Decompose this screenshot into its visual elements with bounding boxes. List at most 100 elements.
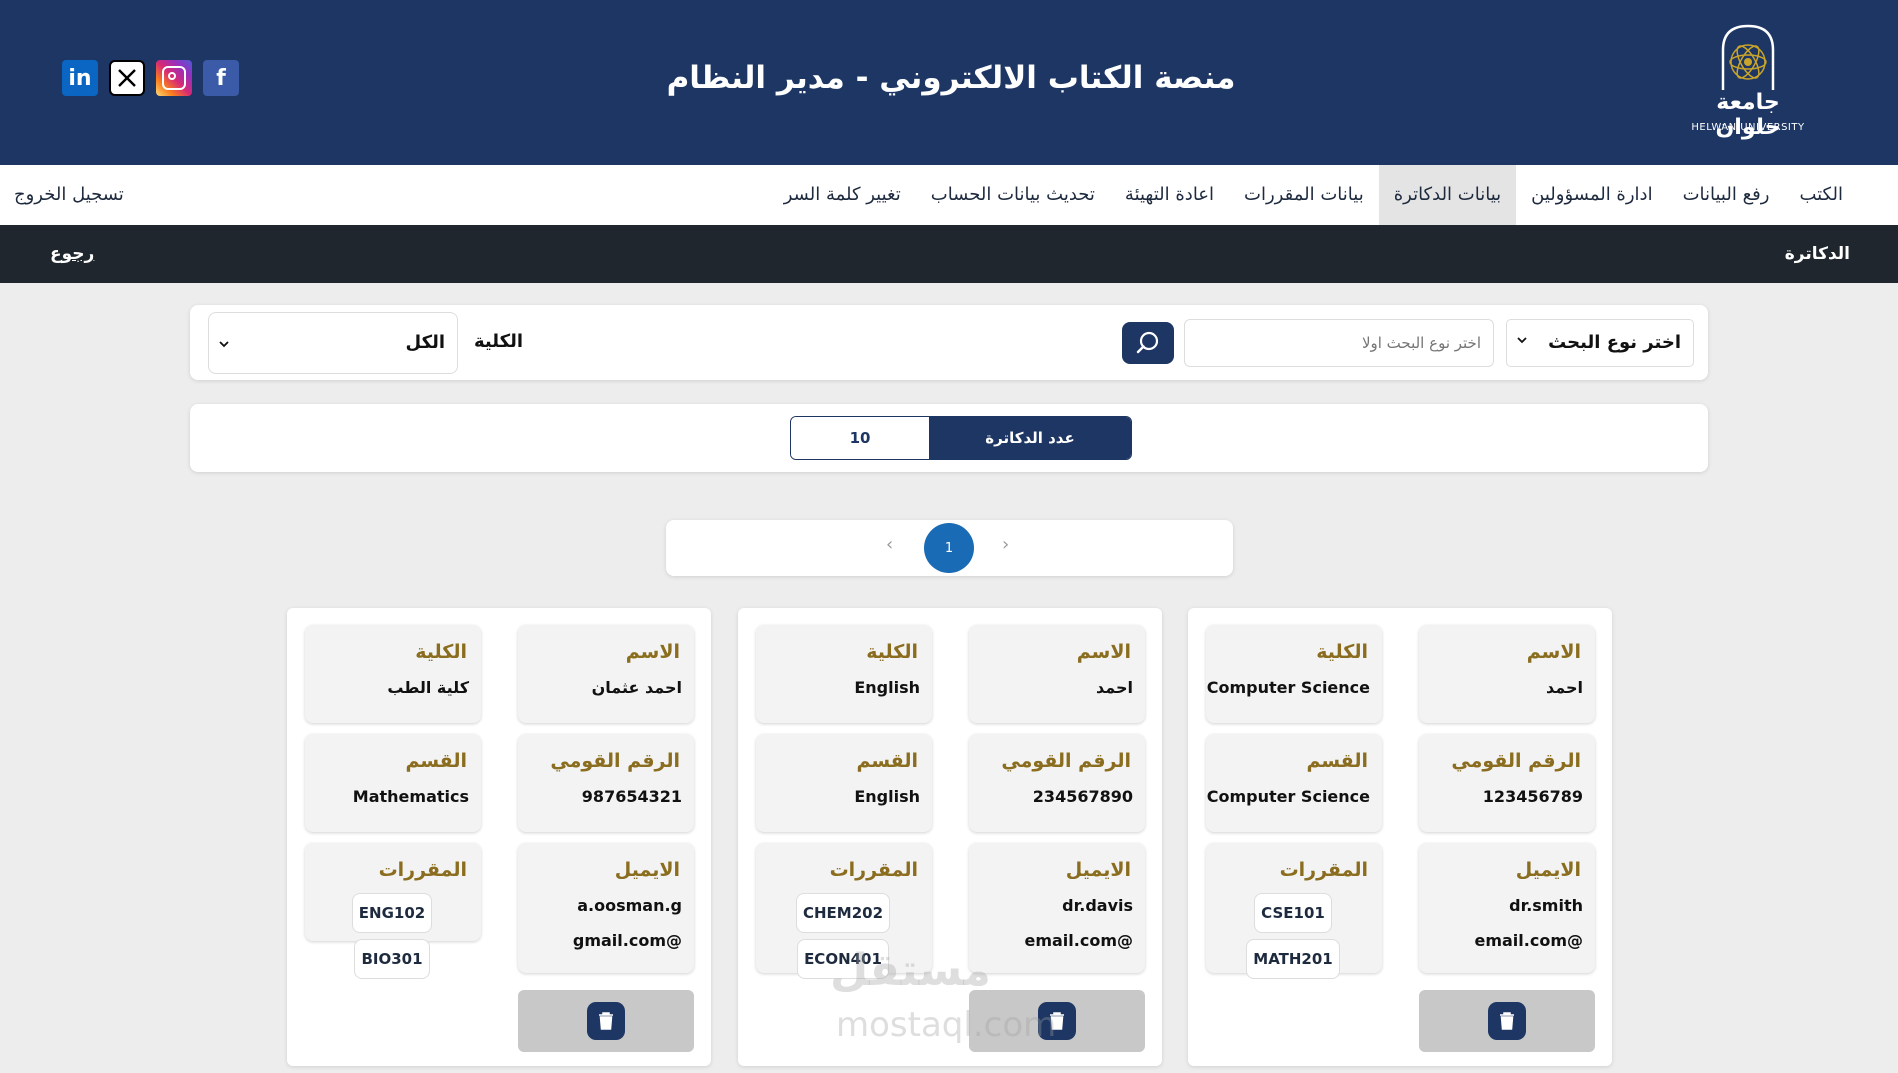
field-value: English (854, 787, 920, 806)
field-value: Mathematics (352, 787, 469, 806)
page-title: منصة الكتاب الالكتروني - مدير النظام (666, 60, 1236, 96)
doctor-card: الاسم احمد الكلية Computer Science الرقم… (1188, 608, 1612, 1066)
pagination-next[interactable]: › (1002, 534, 1009, 555)
field-value: English (854, 678, 920, 697)
field-label: القسم (405, 750, 467, 772)
course-chip[interactable]: CHEM202 (795, 893, 891, 933)
delete-doctor-button[interactable] (1419, 990, 1595, 1052)
doctor-count: عدد الدكاترة 10 (790, 416, 1132, 460)
field-label: الايميل (614, 859, 680, 881)
back-link[interactable]: رجوع (50, 225, 94, 283)
field-label: الكلية (1316, 641, 1368, 663)
doctor-count-value: 10 (791, 417, 929, 459)
nav-item-reset[interactable]: اعادة التهيئة (1110, 165, 1229, 225)
breadcrumb-title: الدكاترة (1784, 244, 1850, 264)
watermark-arabic: مستقل (830, 945, 991, 996)
field-value: Computer Science (1206, 787, 1370, 806)
doctor-faculty-field: الكلية English (756, 625, 932, 723)
course-chip[interactable]: ENG102 (351, 893, 433, 933)
breadcrumb: الدكاترة رجوع (0, 225, 1898, 283)
chevron-down-icon (1517, 337, 1527, 344)
linkedin-icon[interactable]: in (62, 60, 98, 96)
doctor-card: الاسم احمد الكلية English الرقم القومي 2… (738, 608, 1162, 1066)
doctor-department-field: القسم Computer Science (1206, 734, 1382, 832)
delete-doctor-button[interactable] (518, 990, 694, 1052)
field-value: @email.com (1024, 931, 1133, 950)
field-value: احمد عثمان (591, 678, 682, 697)
course-chip[interactable]: CSE101 (1254, 893, 1332, 933)
doctor-card: الاسم احمد عثمان الكلية كلية الطب الرقم … (287, 608, 711, 1066)
field-label: الكلية (866, 641, 918, 663)
field-label: الاسم (1526, 641, 1581, 663)
top-header: جامعة حلوان HELWAN UNIVERSITY منصة الكتا… (0, 0, 1898, 165)
course-list: CSE101 MATH201 (1216, 893, 1370, 979)
linkedin-glyph: in (68, 65, 92, 91)
field-label: الاسم (1076, 641, 1131, 663)
field-value: dr.davis (1062, 896, 1133, 915)
field-label: الايميل (1065, 859, 1131, 881)
nav-item-admins[interactable]: ادارة المسؤولين (1516, 165, 1667, 225)
doctor-department-field: القسم Mathematics (305, 734, 481, 832)
field-value: احمد (1546, 678, 1583, 697)
field-value: @gmail.com (572, 931, 682, 950)
field-label: القسم (856, 750, 918, 772)
x-glyph-icon (118, 69, 136, 87)
field-label: المقررات (378, 859, 467, 881)
logo-english-text: HELWAN UNIVERSITY (1691, 122, 1805, 133)
search-icon (1136, 331, 1159, 354)
field-label: الرقم القومي (1001, 750, 1131, 772)
field-label: الرقم القومي (1451, 750, 1581, 772)
doctor-department-field: القسم English (756, 734, 932, 832)
doctor-courses-field: المقررات ENG102 BIO301 (305, 843, 481, 979)
doctor-faculty-field: الكلية كلية الطب (305, 625, 481, 723)
instagram-glyph-icon (162, 66, 186, 90)
chevron-down-icon (219, 341, 229, 348)
doctor-count-label: عدد الدكاترة (929, 417, 1131, 459)
nav-items: الكتب رفع البيانات ادارة المسؤولين بيانا… (769, 165, 1858, 225)
field-value: كلية الطب (387, 678, 469, 697)
doctor-email-field: الايميل dr.smith @email.com (1419, 843, 1595, 973)
doctor-name-field: الاسم احمد (969, 625, 1145, 723)
search-input[interactable] (1184, 319, 1494, 367)
nav-item-courses[interactable]: بيانات المقررات (1229, 165, 1379, 225)
search-type-select[interactable]: اختر نوع البحث (1506, 319, 1694, 367)
doctor-courses-field: المقررات CSE101 MATH201 (1206, 843, 1382, 979)
search-panel: اختر نوع البحث الكلية الكل (190, 305, 1708, 380)
search-type-label: اختر نوع البحث (1548, 332, 1681, 353)
trash-icon (587, 1002, 625, 1040)
pagination: ‹ 1 › (666, 520, 1233, 576)
field-label: الايميل (1515, 859, 1581, 881)
doctor-email-field: الايميل dr.davis @email.com (969, 843, 1145, 973)
faculty-select[interactable]: الكل (208, 312, 458, 374)
logout-link[interactable]: تسجيل الخروج (14, 165, 124, 225)
faculty-filter-label: الكلية (473, 331, 523, 352)
pagination-prev[interactable]: ‹ (886, 534, 893, 555)
main-nav: الكتب رفع البيانات ادارة المسؤولين بيانا… (0, 165, 1898, 225)
field-label: الكلية (415, 641, 467, 663)
pagination-page-current[interactable]: 1 (924, 523, 974, 573)
nav-item-books[interactable]: الكتب (1784, 165, 1858, 225)
nav-item-upload-data[interactable]: رفع البيانات (1668, 165, 1785, 225)
facebook-glyph: f (216, 65, 226, 91)
x-twitter-icon[interactable] (109, 60, 145, 96)
field-value: a.oosman.g (577, 896, 682, 915)
field-value: Computer Science (1206, 678, 1370, 697)
field-label: المقررات (1279, 859, 1368, 881)
field-label: القسم (1306, 750, 1368, 772)
facebook-icon[interactable]: f (203, 60, 239, 96)
count-panel: عدد الدكاترة 10 (190, 404, 1708, 472)
doctor-faculty-field: الكلية Computer Science (1206, 625, 1382, 723)
field-label: المقررات (829, 859, 918, 881)
field-label: الاسم (625, 641, 680, 663)
course-chip[interactable]: MATH201 (1246, 939, 1340, 979)
doctor-email-field: الايميل a.oosman.g @gmail.com (518, 843, 694, 973)
doctor-name-field: الاسم احمد (1419, 625, 1595, 723)
nav-item-doctors[interactable]: بيانات الدكاترة (1378, 165, 1517, 225)
instagram-icon[interactable] (156, 60, 192, 96)
course-chip[interactable]: BIO301 (354, 939, 430, 979)
doctor-national-id-field: الرقم القومي 234567890 (969, 734, 1145, 832)
nav-item-update-account[interactable]: تحديث بيانات الحساب (916, 165, 1110, 225)
nav-item-change-password[interactable]: تغيير كلمة السر (769, 165, 916, 225)
search-button[interactable] (1122, 322, 1174, 364)
faculty-select-value: الكل (405, 332, 445, 353)
